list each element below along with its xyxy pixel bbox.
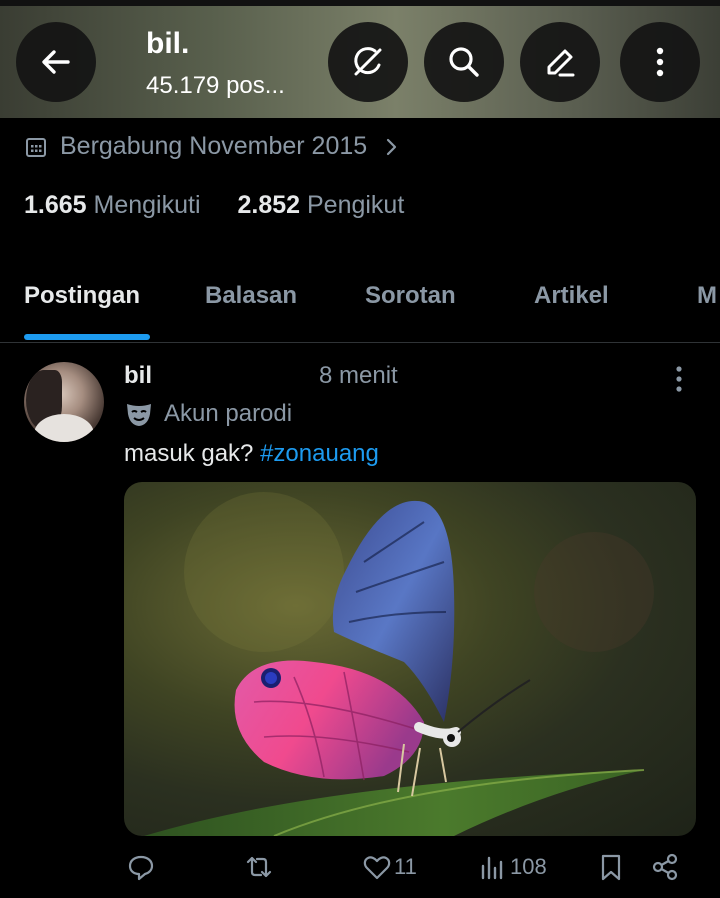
parody-mask-icon xyxy=(127,404,151,426)
retweet-button[interactable] xyxy=(244,852,276,882)
views-count: 108 xyxy=(510,854,547,879)
calendar-icon xyxy=(26,137,46,157)
parody-badge-label: Akun parodi xyxy=(164,400,293,427)
grok-button[interactable] xyxy=(328,22,408,102)
tweet-hashtag[interactable]: #zonauang xyxy=(260,440,379,467)
profile-header: bil. 45.179 pos... xyxy=(0,0,720,118)
active-tab-indicator xyxy=(24,334,150,340)
tab-balasan[interactable]: Balasan xyxy=(205,282,297,310)
tweet-timestamp[interactable]: 8 menit xyxy=(319,362,398,390)
share-icon xyxy=(652,853,678,881)
reply-button[interactable] xyxy=(126,852,158,882)
parody-badge: Akun parodi xyxy=(124,400,292,428)
search-icon xyxy=(449,47,479,77)
tab-sorotan[interactable]: Sorotan xyxy=(365,282,456,310)
joined-date-text: Bergabung November 2015 xyxy=(60,132,368,160)
header-post-count: 45.179 pos... xyxy=(146,72,285,99)
joined-date-row[interactable]: Bergabung November 2015 xyxy=(24,132,413,161)
following-link[interactable]: 1.665 Mengikuti xyxy=(24,191,201,219)
following-label: Mengikuti xyxy=(93,191,201,219)
follow-stats: 1.665 Mengikuti 2.852 Pengikut xyxy=(24,191,404,220)
like-count: 11 xyxy=(394,854,417,879)
bookmark-icon xyxy=(601,854,621,881)
following-count: 1.665 xyxy=(24,191,87,219)
like-button[interactable]: 11 xyxy=(362,852,417,882)
share-button[interactable] xyxy=(650,852,680,882)
edit-button[interactable] xyxy=(520,22,600,102)
status-bar-strip xyxy=(0,0,720,6)
grok-icon xyxy=(354,47,382,76)
reply-icon xyxy=(128,855,154,881)
butterfly-illustration xyxy=(144,492,654,836)
bookmark-button[interactable] xyxy=(596,852,626,882)
chevron-right-icon xyxy=(387,138,397,155)
header-name: bil. xyxy=(146,27,190,60)
tweet-more-icon[interactable] xyxy=(667,364,691,394)
tab-artikel[interactable]: Artikel xyxy=(534,282,609,310)
tweet-text-body: masuk gak? xyxy=(124,440,261,467)
tweet-media-image[interactable] xyxy=(124,482,696,836)
views-icon xyxy=(481,856,503,880)
tweet-actions-bar: 11 108 xyxy=(0,852,720,898)
tweet-text: masuk gak? #zonauang xyxy=(124,440,379,468)
followers-count: 2.852 xyxy=(237,191,301,219)
back-arrow-icon xyxy=(42,50,70,74)
pencil-icon xyxy=(547,49,575,77)
avatar[interactable] xyxy=(24,362,104,442)
tab-more[interactable]: M xyxy=(697,282,717,310)
followers-link[interactable]: 2.852 Pengikut xyxy=(237,191,404,219)
views-button[interactable]: 108 xyxy=(478,852,547,882)
more-options-button[interactable] xyxy=(620,22,700,102)
like-icon xyxy=(363,856,391,880)
tweet-author-name[interactable]: bil xyxy=(124,362,152,390)
retweet-icon xyxy=(246,856,272,878)
profile-tabs: Postingan Balasan Sorotan Artikel M xyxy=(0,264,720,343)
followers-label: Pengikut xyxy=(306,191,405,219)
more-vertical-icon xyxy=(656,47,664,77)
back-button[interactable] xyxy=(16,22,96,102)
avatar-shirt-shape xyxy=(34,414,94,442)
search-button[interactable] xyxy=(424,22,504,102)
tab-postingan[interactable]: Postingan xyxy=(24,282,140,310)
